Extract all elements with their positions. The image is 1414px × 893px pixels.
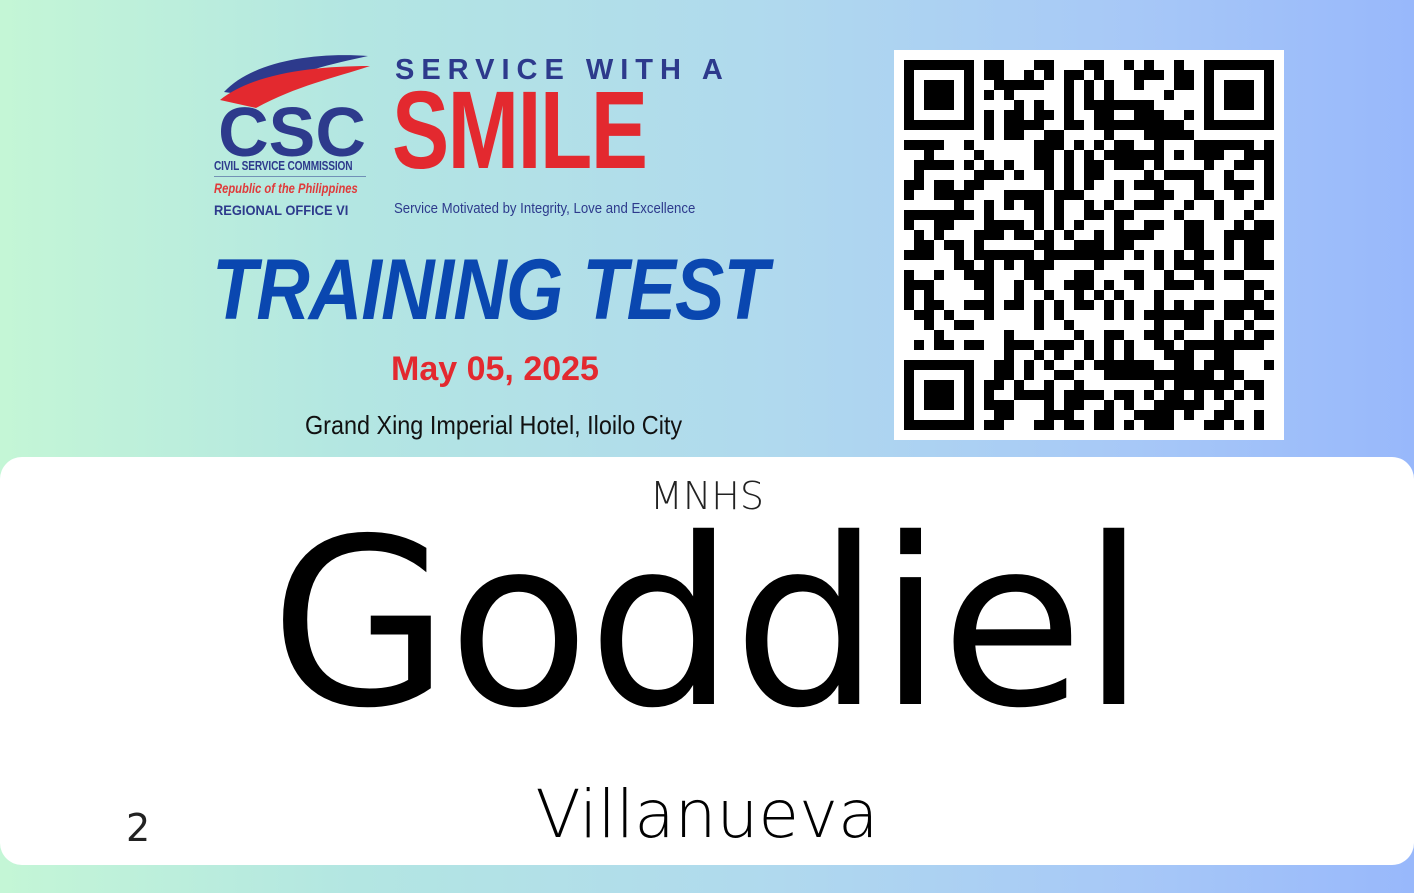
csc-logo-text: CSC — [218, 93, 366, 164]
qr-code — [894, 50, 1284, 440]
csc-republic: Republic of the Philippines — [214, 180, 358, 196]
attendee-last-name: Villanueva — [535, 776, 879, 853]
event-venue: Grand Xing Imperial Hotel, Iloilo City — [266, 410, 722, 441]
attendee-number: 2 — [126, 806, 151, 850]
slogan-sub: Service Motivated by Integrity, Love and… — [394, 200, 696, 217]
event-venue-text: Grand Xing Imperial Hotel, Iloilo City — [305, 410, 683, 440]
event-title: TRAINING TEST — [212, 242, 769, 338]
csc-name: CIVIL SERVICE COMMISSION — [214, 158, 353, 173]
csc-emblem-icon: CSC — [218, 55, 370, 164]
attendee-first-name: Goddiel — [270, 489, 1146, 759]
event-date: May 05, 2025 — [391, 350, 599, 388]
csc-region: REGIONAL OFFICE VI — [214, 202, 349, 218]
header-logo-block: CSC CIVIL SERVICE COMMISSION Republic of… — [212, 52, 732, 222]
logo-divider — [214, 176, 366, 177]
qr-code-icon — [904, 60, 1274, 430]
slogan-main: SMILE — [392, 69, 648, 192]
